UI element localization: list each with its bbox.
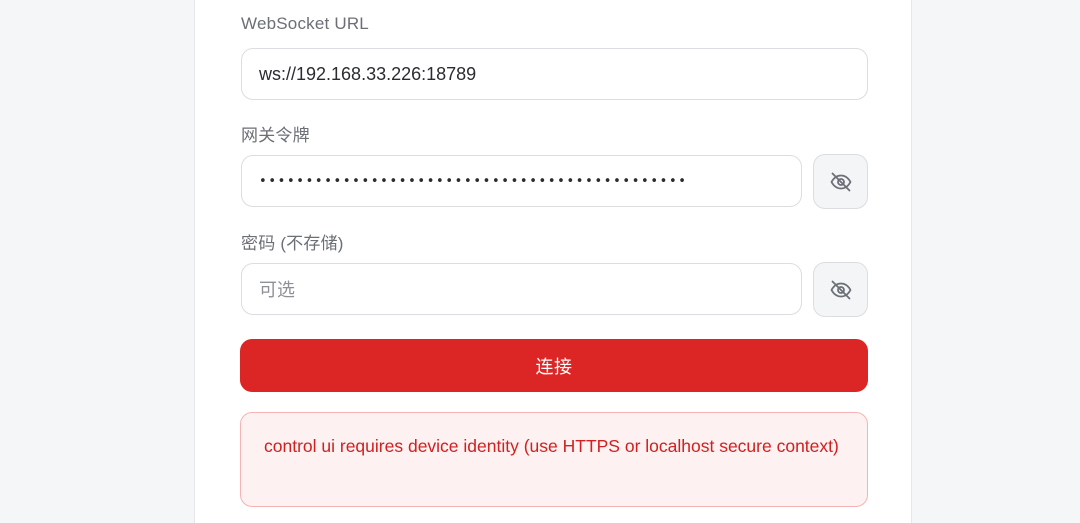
password-placeholder: 可选 [259,280,295,300]
toggle-token-visibility-button[interactable] [813,154,868,209]
connect-button[interactable]: 连接 [240,339,868,392]
websocket-url-label: WebSocket URL [241,14,369,33]
eye-off-icon [830,172,851,191]
error-alert: control ui requires device identity (use… [240,412,868,507]
gateway-token-label: 网关令牌 [241,126,310,145]
websocket-url-input[interactable]: ws://192.168.33.226:18789 [241,48,868,100]
gateway-token-input[interactable]: ••••••••••••••••••••••••••••••••••••••••… [241,155,802,207]
eye-off-icon [830,280,851,299]
password-input[interactable]: 可选 [241,263,802,315]
password-label: 密码 (不存储) [241,234,344,253]
connection-card: WebSocket URL ws://192.168.33.226:18789 … [194,0,912,523]
websocket-url-value: ws://192.168.33.226:18789 [259,63,477,84]
gateway-token-masked-value: ••••••••••••••••••••••••••••••••••••••••… [259,173,688,189]
toggle-password-visibility-button[interactable] [813,262,868,317]
error-message: control ui requires device identity (use… [264,436,839,456]
